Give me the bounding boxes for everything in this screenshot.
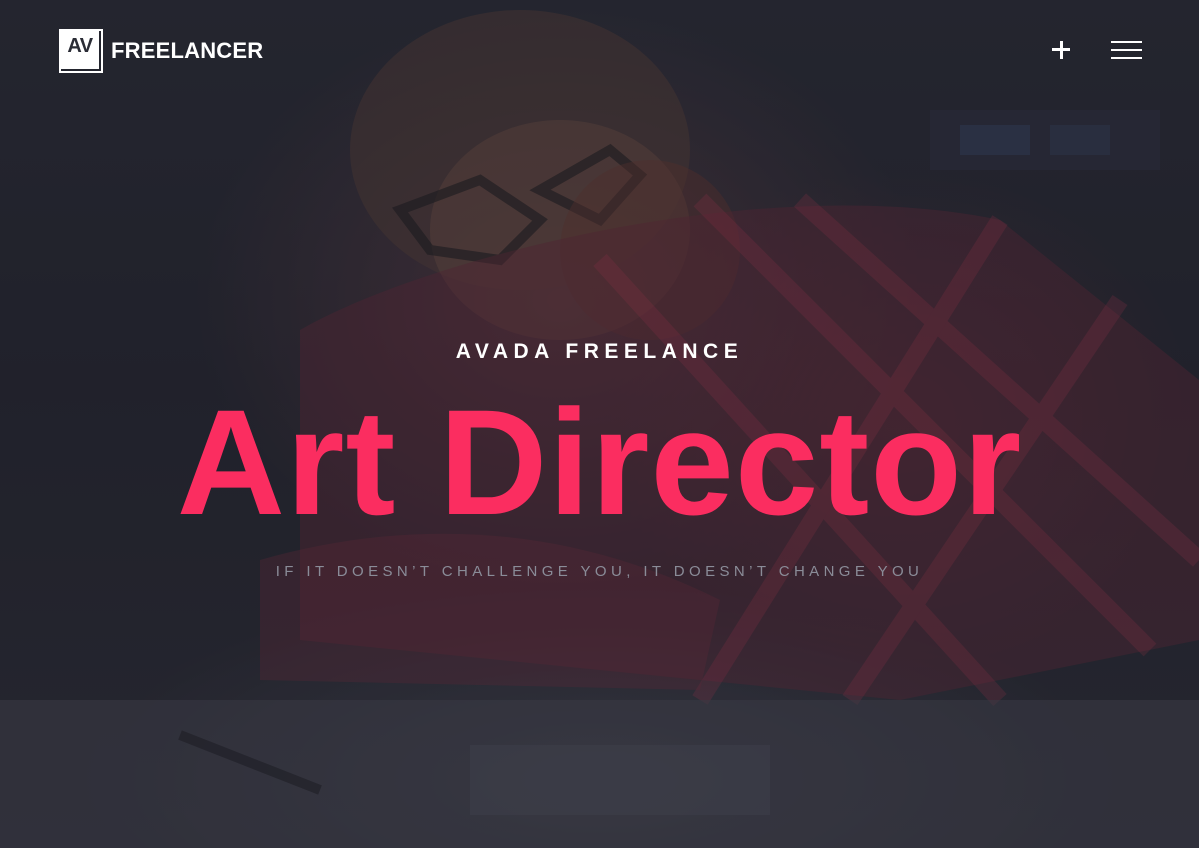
logo-mark: AV — [67, 34, 93, 57]
hero-tagline: IF IT DOESN’T CHALLENGE YOU, IT DOESN’T … — [275, 563, 924, 580]
menu-line-top — [1111, 41, 1142, 43]
hero-headline: Art Director — [176, 378, 1023, 546]
logo-text: FREELANCER — [111, 37, 264, 63]
hero-section: AV FREELANCER AVADA FREELANCE Art Direct… — [0, 0, 1199, 848]
menu-line-middle — [1111, 49, 1142, 51]
plus-icon[interactable] — [1048, 37, 1074, 63]
hero-eyebrow: AVADA FREELANCE — [455, 340, 744, 363]
logo-mark-box: AV — [59, 28, 103, 73]
hamburger-menu-icon[interactable] — [1111, 40, 1143, 60]
plus-icon-vertical — [1059, 41, 1063, 59]
menu-line-bottom — [1111, 57, 1142, 59]
site-logo[interactable]: AV FREELANCER — [59, 27, 263, 74]
